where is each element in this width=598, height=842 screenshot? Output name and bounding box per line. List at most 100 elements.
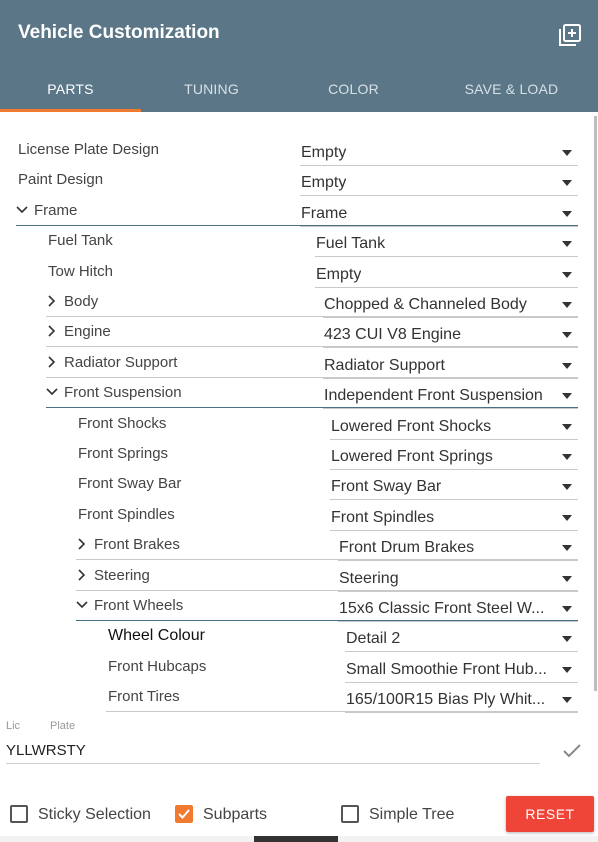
part-select-value: Front Drum Brakes [339, 539, 475, 557]
tree-row[interactable]: Fuel Tank Fuel Tank [0, 225, 590, 258]
part-select[interactable]: Empty [315, 264, 578, 288]
part-select-value: Small Smoothie Front Hub... [346, 660, 547, 678]
tree-row[interactable]: Steering Steering [0, 560, 590, 592]
part-select-value: Frame [301, 204, 348, 222]
tree-row[interactable]: Body Chopped & Channeled Body [0, 286, 590, 318]
chevron-right-icon[interactable] [46, 294, 58, 307]
part-select[interactable]: Independent Front Suspension [323, 385, 578, 410]
part-select[interactable]: Steering [338, 568, 578, 592]
sticky-selection-label: Sticky Selection [38, 806, 151, 823]
parts-tree: License Plate Design Empty Paint Design Emp… [0, 112, 598, 714]
part-select-value: Empty [301, 174, 347, 192]
plate-label: Plate [50, 720, 76, 732]
part-select-value: Steering [339, 569, 399, 587]
tree-row[interactable]: Front Brakes Front Drum Brakes [0, 529, 590, 562]
tree-row-label: Front Springs [78, 445, 169, 462]
tree-row-label: Body [64, 293, 99, 310]
tree-row-label: Fuel Tank [48, 232, 113, 250]
part-select[interactable]: Radiator Support [323, 355, 578, 379]
chevron-down-icon[interactable] [76, 598, 88, 610]
tab-bar: PARTS TUNING COLOR SAVE & LOAD [0, 66, 598, 112]
dropdown-caret-icon [562, 514, 572, 521]
tab-color[interactable]: COLOR [282, 66, 425, 112]
tab-parts[interactable]: PARTS [0, 66, 141, 112]
part-select[interactable]: Front Drum Brakes [338, 537, 578, 562]
chevron-right-icon[interactable] [76, 568, 88, 581]
tree-row-label: Tow Hitch [48, 262, 114, 280]
page-title: Vehicle Customization [18, 22, 220, 43]
part-select[interactable]: Lowered Front Springs [330, 446, 578, 470]
chevron-right-icon[interactable] [46, 324, 58, 337]
tree-row[interactable]: Radiator Support Radiator Support [0, 347, 590, 379]
part-select-value: 15x6 Classic Front Steel W... [339, 600, 545, 617]
part-select[interactable]: Front Sway Bar [330, 476, 578, 501]
dropdown-caret-icon [562, 180, 572, 187]
tree-row[interactable]: Front Springs Lowered Front Springs [0, 438, 590, 470]
simple-tree-checkbox[interactable] [341, 805, 359, 823]
tree-row[interactable]: License Plate Design Empty [0, 134, 590, 166]
part-select[interactable]: 423 CUI V8 Engine [323, 324, 578, 349]
part-select-value: Fuel Tank [316, 235, 386, 253]
reset-button[interactable]: RESET [506, 796, 594, 832]
tree-row[interactable]: Front Tires 165/100R15 Bias Ply Whit... [0, 681, 590, 714]
part-select[interactable]: Front Spindles [330, 507, 578, 531]
tree-row[interactable]: Paint Design Empty [0, 164, 590, 197]
part-select[interactable]: Small Smoothie Front Hub... [345, 659, 578, 683]
license-plate-input[interactable] [6, 738, 540, 764]
part-select-value: Lowered Front Springs [331, 448, 493, 465]
part-select[interactable]: Empty [300, 172, 578, 197]
tree-row[interactable]: Front Suspension Independent Front Suspen… [0, 377, 590, 410]
dropdown-caret-icon [562, 362, 572, 369]
part-select-value: 423 CUI V8 Engine [324, 326, 461, 344]
sticky-selection-checkbox[interactable] [10, 805, 28, 823]
part-select[interactable]: Detail 2 [345, 628, 578, 653]
tab-tuning[interactable]: TUNING [141, 66, 282, 112]
chevron-right-icon[interactable] [76, 537, 88, 550]
tree-scroll-thumb[interactable] [594, 116, 597, 691]
dropdown-caret-icon [562, 393, 572, 400]
tree-row[interactable]: Front Hubcaps Small Smoothie Front Hub... [0, 651, 590, 683]
check-icon[interactable] [562, 743, 582, 759]
part-select-value: Lowered Front Shocks [331, 417, 492, 435]
part-select[interactable]: Frame [300, 203, 578, 227]
dropdown-caret-icon [562, 241, 572, 248]
tree-row[interactable]: Wheel Colour Detail 2 [0, 620, 590, 653]
tree-scrollbar[interactable] [594, 112, 598, 710]
chevron-down-icon[interactable] [16, 203, 28, 215]
part-select-value: Empty [316, 265, 362, 283]
part-select-value: Independent Front Suspension [324, 387, 543, 405]
chevron-down-icon[interactable] [46, 385, 58, 397]
part-select[interactable]: Lowered Front Shocks [330, 416, 578, 440]
tree-row[interactable]: Front Spindles Front Spindles [0, 499, 590, 531]
tree-row-label: Front Shocks [78, 414, 167, 432]
tree-row[interactable]: Front Wheels 15x6 Classic Front Steel W..… [0, 590, 590, 622]
tree-row-label: Front Wheels [94, 597, 184, 614]
subparts-checkbox[interactable] [175, 805, 193, 823]
dropdown-caret-icon [562, 636, 572, 643]
dropdown-caret-icon [562, 210, 572, 217]
tree-row-label: Front Tires [108, 688, 180, 706]
tree-row[interactable]: Front Shocks Lowered Front Shocks [0, 408, 590, 440]
tree-row-label: Engine [64, 323, 111, 341]
dropdown-caret-icon [562, 271, 572, 278]
part-select[interactable]: Empty [300, 142, 578, 166]
dropdown-caret-icon [562, 575, 572, 582]
tree-row-label: Steering [94, 566, 150, 584]
part-select-value: Radiator Support [324, 356, 445, 374]
part-select[interactable]: 15x6 Classic Front Steel W... [338, 598, 578, 622]
part-select[interactable]: Fuel Tank [315, 233, 578, 258]
add-box-icon[interactable] [559, 24, 581, 46]
dropdown-caret-icon [562, 484, 572, 491]
tree-row-label: Wheel Colour [108, 627, 205, 645]
subparts-label: Subparts [203, 806, 268, 823]
tree-row[interactable]: Tow Hitch Empty [0, 256, 590, 288]
part-select[interactable]: Chopped & Channeled Body [323, 294, 578, 318]
tree-row[interactable]: Frame Frame [0, 195, 590, 227]
dropdown-caret-icon [562, 606, 572, 612]
tree-row[interactable]: Front Sway Bar Front Sway Bar [0, 468, 590, 501]
chevron-right-icon[interactable] [46, 355, 58, 368]
tab-save-load[interactable]: SAVE & LOAD [425, 66, 598, 112]
tree-row[interactable]: Engine 423 CUI V8 Engine [0, 316, 590, 349]
tree-row-label: Front Suspension [64, 384, 182, 402]
footer-bar: Sticky Selection Subparts Simple Tree RE… [0, 790, 598, 842]
